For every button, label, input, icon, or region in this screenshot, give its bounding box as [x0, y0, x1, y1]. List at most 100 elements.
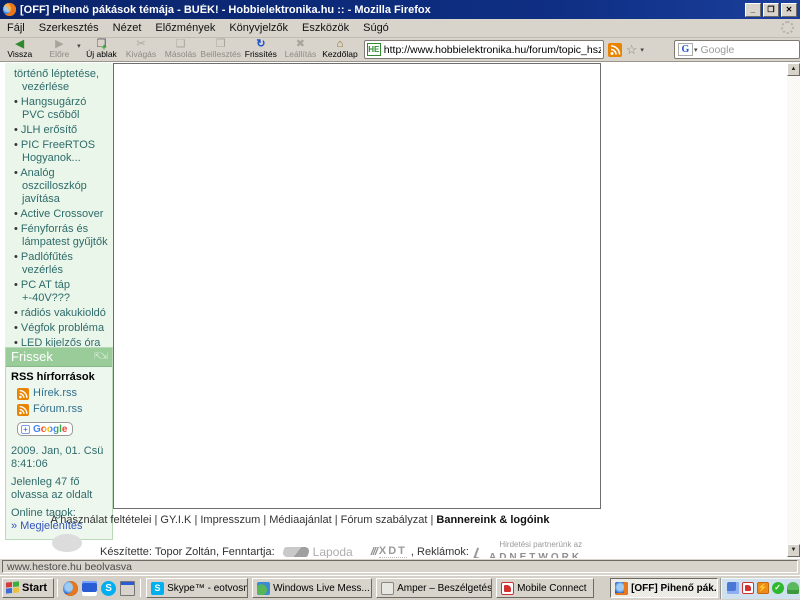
sidebar-topic-link[interactable]: Végfok probléma	[21, 322, 108, 335]
navigation-toolbar: ◀ Vissza ▶ Előre ▾ ❐ Új ablak ✂ Kivágás …	[0, 38, 800, 62]
rss-sources-heading: RSS hírforrások	[11, 371, 95, 383]
new-window-button[interactable]: ❐ Új ablak	[82, 38, 122, 61]
search-engine-dropdown-icon[interactable]: ▾	[694, 46, 698, 54]
copy-button[interactable]: ❏ Másolás	[161, 38, 201, 61]
footer-separator: |	[154, 514, 158, 526]
xdt-link[interactable]: XDT	[378, 545, 407, 558]
search-bar: G ▾	[673, 40, 800, 59]
adnetwork-logo-icon	[473, 547, 488, 558]
scroll-down-button[interactable]: ▼	[787, 544, 800, 557]
task-button-amper[interactable]: Amper – Beszélgetés	[376, 578, 493, 598]
lapoda-link[interactable]: Lapoda	[313, 545, 353, 559]
menu-edit[interactable]: Szerkesztés	[32, 20, 106, 36]
footer-separator: |	[334, 514, 338, 526]
close-button[interactable]: ✕	[781, 2, 797, 17]
url-input[interactable]	[380, 42, 601, 57]
footer-link-banners[interactable]: Bannereink & logóink	[436, 514, 549, 526]
site-favicon: HE	[366, 43, 381, 56]
lapoda-logo-icon[interactable]	[281, 546, 311, 557]
search-engine-icon[interactable]: G	[677, 43, 693, 56]
quicklaunch-skype-icon[interactable]	[101, 580, 117, 596]
cut-button[interactable]: ✂ Kivágás	[121, 38, 161, 61]
sidebar-topic-link[interactable]: Fényforrás és lámpatest gyűjtők	[21, 223, 108, 249]
ads-label: , Reklámok:	[410, 545, 469, 558]
firefox-icon	[3, 3, 16, 16]
fresh-panel-title: Frissek	[11, 349, 53, 364]
quicklaunch-firefox-icon[interactable]	[63, 580, 79, 596]
rss-feed-icon[interactable]	[607, 42, 622, 57]
window-title: [OFF] Pihenö pákások témája - BUÉK! - Ho…	[20, 3, 431, 16]
menu-history[interactable]: Előzmények	[148, 20, 222, 36]
window-titlebar: [OFF] Pihenö pákások témája - BUÉK! - Ho…	[0, 0, 800, 19]
bookmark-star-icon[interactable]: ☆	[626, 42, 638, 58]
quicklaunch-window-icon[interactable]	[120, 580, 136, 596]
menu-tools[interactable]: Eszközök	[295, 20, 356, 36]
status-text: www.hestore.hu beolvasva	[2, 560, 798, 573]
forum-content-area	[113, 63, 601, 509]
tray-download-manager-icon[interactable]	[756, 582, 769, 594]
collapse-icon[interactable]: ⇱⇲	[94, 350, 108, 363]
sidebar-topic-link[interactable]: rádiós vakukioldó	[21, 307, 108, 320]
feed-link-forum[interactable]: Fórum.rss	[17, 403, 107, 416]
restore-button[interactable]: ❐	[763, 2, 779, 17]
tray-messenger-icon[interactable]	[726, 582, 739, 594]
server-datetime: 2009. Jan, 01. Csü 8:41:06	[11, 445, 104, 470]
credits-text: Készítette: Topor Zoltán, Fenntartja:	[100, 545, 275, 558]
minimize-button[interactable]: _	[745, 2, 761, 17]
menu-bookmarks[interactable]: Könyvjelzők	[222, 20, 295, 36]
task-button-messenger[interactable]: Windows Live Mess...	[252, 578, 373, 598]
home-button[interactable]: ⌂ Kezdőlap	[320, 38, 360, 61]
sidebar-topic-link[interactable]: PC AT táp +-40V???	[21, 279, 108, 305]
footer-separator: |	[430, 514, 434, 526]
status-bar: www.hestore.hu beolvasva	[0, 558, 800, 575]
footer-link-media[interactable]: Médiaajánlat	[269, 514, 331, 526]
history-dropdown-icon[interactable]: ▾	[77, 42, 81, 50]
refresh-button[interactable]: ↻ Frissítés	[241, 38, 281, 61]
footer-separator: |	[263, 514, 267, 526]
stop-button[interactable]: ✖ Leállítás	[281, 38, 321, 61]
sidebar-topic-link[interactable]: PIC FreeRTOS Hogyanok...	[21, 139, 108, 165]
windows-flag-icon	[6, 581, 19, 594]
sidebar-topic-link[interactable]: Padlófűtés vezérlés	[21, 251, 108, 277]
location-bar: HE	[363, 40, 604, 59]
footer-link-faq[interactable]: GY.I.K	[160, 514, 191, 526]
start-button[interactable]: Start	[2, 578, 55, 598]
feed-link-hirek[interactable]: Hírek.rss	[17, 387, 107, 400]
quicklaunch-disk-icon[interactable]	[82, 580, 98, 596]
menu-help[interactable]: Súgó	[356, 20, 396, 36]
fresh-panel-body: RSS hírforrások Hírek.rss Fórum.rss + Go…	[6, 367, 112, 533]
sidebar-topic-link[interactable]: Hangsugárzó PVC csőből	[21, 96, 108, 122]
vertical-scrollbar[interactable]: ▲ ▼	[787, 62, 800, 558]
tray-user-online-icon[interactable]	[786, 582, 799, 594]
footer-link-rules[interactable]: Fórum szabályzat	[341, 514, 428, 526]
footer-link-impressum[interactable]: Impresszum	[200, 514, 260, 526]
tray-mobile-connect-icon[interactable]	[741, 582, 754, 594]
menu-view[interactable]: Nézet	[106, 20, 149, 36]
sidebar-topic-link[interactable]: Active Crossover	[20, 208, 108, 221]
menu-bar: Fájl Szerkesztés Nézet Előzmények Könyvj…	[0, 19, 800, 38]
messenger-icon	[257, 581, 271, 595]
windows-taskbar: Start Skype™ - eotvosm Windows Live Mess…	[0, 575, 800, 600]
footer-links: A használat feltételei | GY.I.K | Impres…	[0, 514, 600, 526]
tray-update-ok-icon[interactable]	[771, 582, 784, 594]
url-dropdown-icon[interactable]: ▾	[640, 46, 644, 54]
sidebar-topic-link[interactable]: történő léptetése, vezérlése	[14, 68, 108, 94]
menu-file[interactable]: Fájl	[0, 20, 32, 36]
speech-bubble-icon	[52, 534, 82, 552]
task-button-mobile-connect[interactable]: Mobile Connect	[496, 578, 595, 598]
search-input[interactable]	[700, 42, 800, 57]
footer-link-terms[interactable]: A használat feltételei	[51, 514, 152, 526]
forward-button[interactable]: ▶ Előre	[40, 38, 80, 61]
chat-icon	[381, 581, 395, 595]
back-button[interactable]: ◀ Vissza	[0, 38, 40, 61]
paste-button[interactable]: ❒ Beillesztés	[200, 38, 241, 61]
sidebar-topic-link[interactable]: JLH erősítő	[21, 124, 108, 137]
task-button-firefox-active[interactable]: [OFF] Pihenő pák...	[610, 578, 719, 598]
add-to-google-button[interactable]: + Google	[17, 422, 74, 436]
adnetwork-block[interactable]: Hirdetési partnerünk az ADNETWORK	[473, 540, 582, 558]
scroll-up-button[interactable]: ▲	[787, 63, 800, 76]
sidebar-topic-link[interactable]: Analóg oszcilloszkóp javítása	[20, 167, 108, 206]
xdt-logo-icon: ///	[370, 545, 378, 558]
task-button-skype[interactable]: Skype™ - eotvosm	[146, 578, 249, 598]
fresh-panel: Frissek ⇱⇲ RSS hírforrások Hírek.rss Fór…	[5, 347, 113, 540]
